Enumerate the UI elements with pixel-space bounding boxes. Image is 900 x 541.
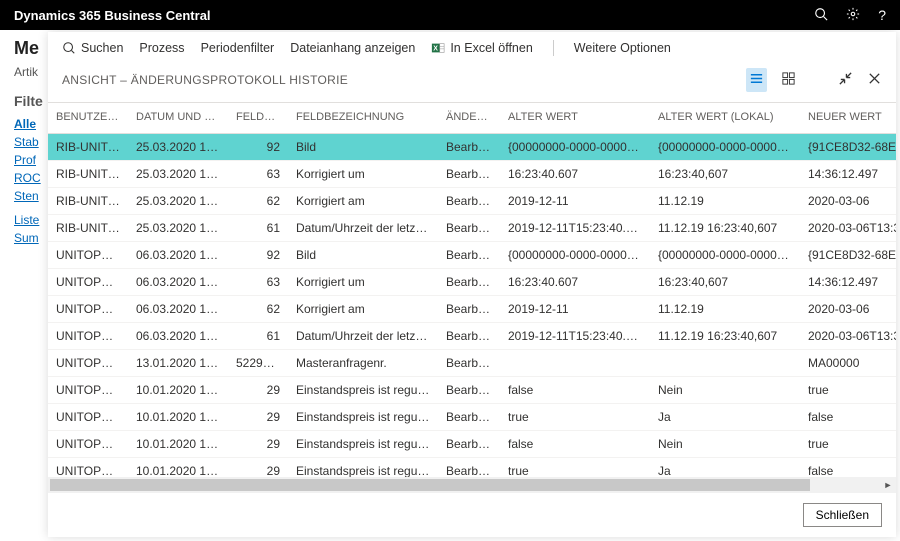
- table-row[interactable]: UNITOPBC@...10.01.2020 16:0529Einstandsp…: [48, 377, 896, 404]
- table-row[interactable]: UNITOPBC@...10.01.2020 16:0529Einstandsp…: [48, 404, 896, 431]
- col-newvalue[interactable]: NEUER WERT: [800, 103, 896, 134]
- table-row[interactable]: RIB-UNITOPB...25.03.2020 16:0463Korrigie…: [48, 161, 896, 188]
- list-view-icon[interactable]: [746, 68, 767, 92]
- col-oldvaluelocal[interactable]: ALTER WERT (LOKAL): [650, 103, 800, 134]
- view-title: ANSICHT – ÄNDERUNGSPROTOKOLL HISTORIE: [62, 73, 348, 87]
- table-row[interactable]: UNITOPVERT...06.03.2020 14:3663Korrigier…: [48, 269, 896, 296]
- excel-action[interactable]: X In Excel öffnen: [431, 41, 532, 55]
- modal-toolbar: Suchen Prozess Periodenfilter Dateianhan…: [48, 32, 896, 62]
- table-row[interactable]: RIB-UNITOPB...25.03.2020 16:0461Datum/Uh…: [48, 215, 896, 242]
- changelog-modal: Suchen Prozess Periodenfilter Dateianhan…: [48, 32, 896, 537]
- table-row[interactable]: UNITOPVERT...06.03.2020 14:3662Korrigier…: [48, 296, 896, 323]
- col-fieldno[interactable]: FELDNR.: [228, 103, 288, 134]
- scroll-right-icon[interactable]: ►: [880, 477, 896, 493]
- modal-footer: Schließen: [48, 493, 896, 537]
- horizontal-scrollbar[interactable]: ◄ ►: [48, 477, 896, 493]
- col-user[interactable]: BENUTZER-ID ↓: [48, 103, 128, 134]
- table-row[interactable]: UNITOPBC@...13.01.2020 13:025229228Maste…: [48, 350, 896, 377]
- gear-icon[interactable]: [846, 7, 860, 24]
- table-row[interactable]: RIB-UNITOPB... ⋮25.03.2020 16:0492BildBe…: [48, 134, 896, 161]
- search-action[interactable]: Suchen: [62, 41, 123, 55]
- col-oldvalue[interactable]: ALTER WERT: [500, 103, 650, 134]
- more-options-action[interactable]: Weitere Optionen: [574, 41, 671, 55]
- app-topbar: Dynamics 365 Business Central ?: [0, 0, 900, 30]
- excel-icon: X: [431, 41, 445, 55]
- close-button[interactable]: Schließen: [803, 503, 882, 527]
- col-fieldcaption[interactable]: FELDBEZEICHNUNG: [288, 103, 438, 134]
- table-row[interactable]: UNITOPBC@...10.01.2020 16:0529Einstandsp…: [48, 458, 896, 478]
- table-row[interactable]: UNITOPVERT...06.03.2020 14:3692BildBearb…: [48, 242, 896, 269]
- tiles-view-icon[interactable]: [781, 71, 796, 89]
- close-icon[interactable]: [867, 71, 882, 89]
- table-row[interactable]: UNITOPBC@...10.01.2020 16:0529Einstandsp…: [48, 431, 896, 458]
- view-header: ANSICHT – ÄNDERUNGSPROTOKOLL HISTORIE: [48, 62, 896, 102]
- attachment-action[interactable]: Dateianhang anzeigen: [290, 41, 415, 55]
- collapse-icon[interactable]: [838, 71, 853, 89]
- svg-text:X: X: [434, 46, 439, 53]
- table-row[interactable]: RIB-UNITOPB...25.03.2020 16:0462Korrigie…: [48, 188, 896, 215]
- changelog-table-wrap[interactable]: BENUTZER-ID ↓ DATUM UND UHRZEIT ↓ FELDNR…: [48, 102, 896, 477]
- table-row[interactable]: UNITOPVERT...06.03.2020 14:3661Datum/Uhr…: [48, 323, 896, 350]
- search-icon[interactable]: [814, 7, 828, 24]
- table-header-row: BENUTZER-ID ↓ DATUM UND UHRZEIT ↓ FELDNR…: [48, 103, 896, 134]
- app-title: Dynamics 365 Business Central: [14, 8, 211, 23]
- periodfilter-action[interactable]: Periodenfilter: [201, 41, 275, 55]
- process-action[interactable]: Prozess: [139, 41, 184, 55]
- changelog-table: BENUTZER-ID ↓ DATUM UND UHRZEIT ↓ FELDNR…: [48, 103, 896, 477]
- col-changetype[interactable]: ÄNDERU...: [438, 103, 500, 134]
- scrollbar-thumb[interactable]: [50, 479, 810, 491]
- col-datetime[interactable]: DATUM UND UHRZEIT ↓: [128, 103, 228, 134]
- help-icon[interactable]: ?: [878, 7, 886, 23]
